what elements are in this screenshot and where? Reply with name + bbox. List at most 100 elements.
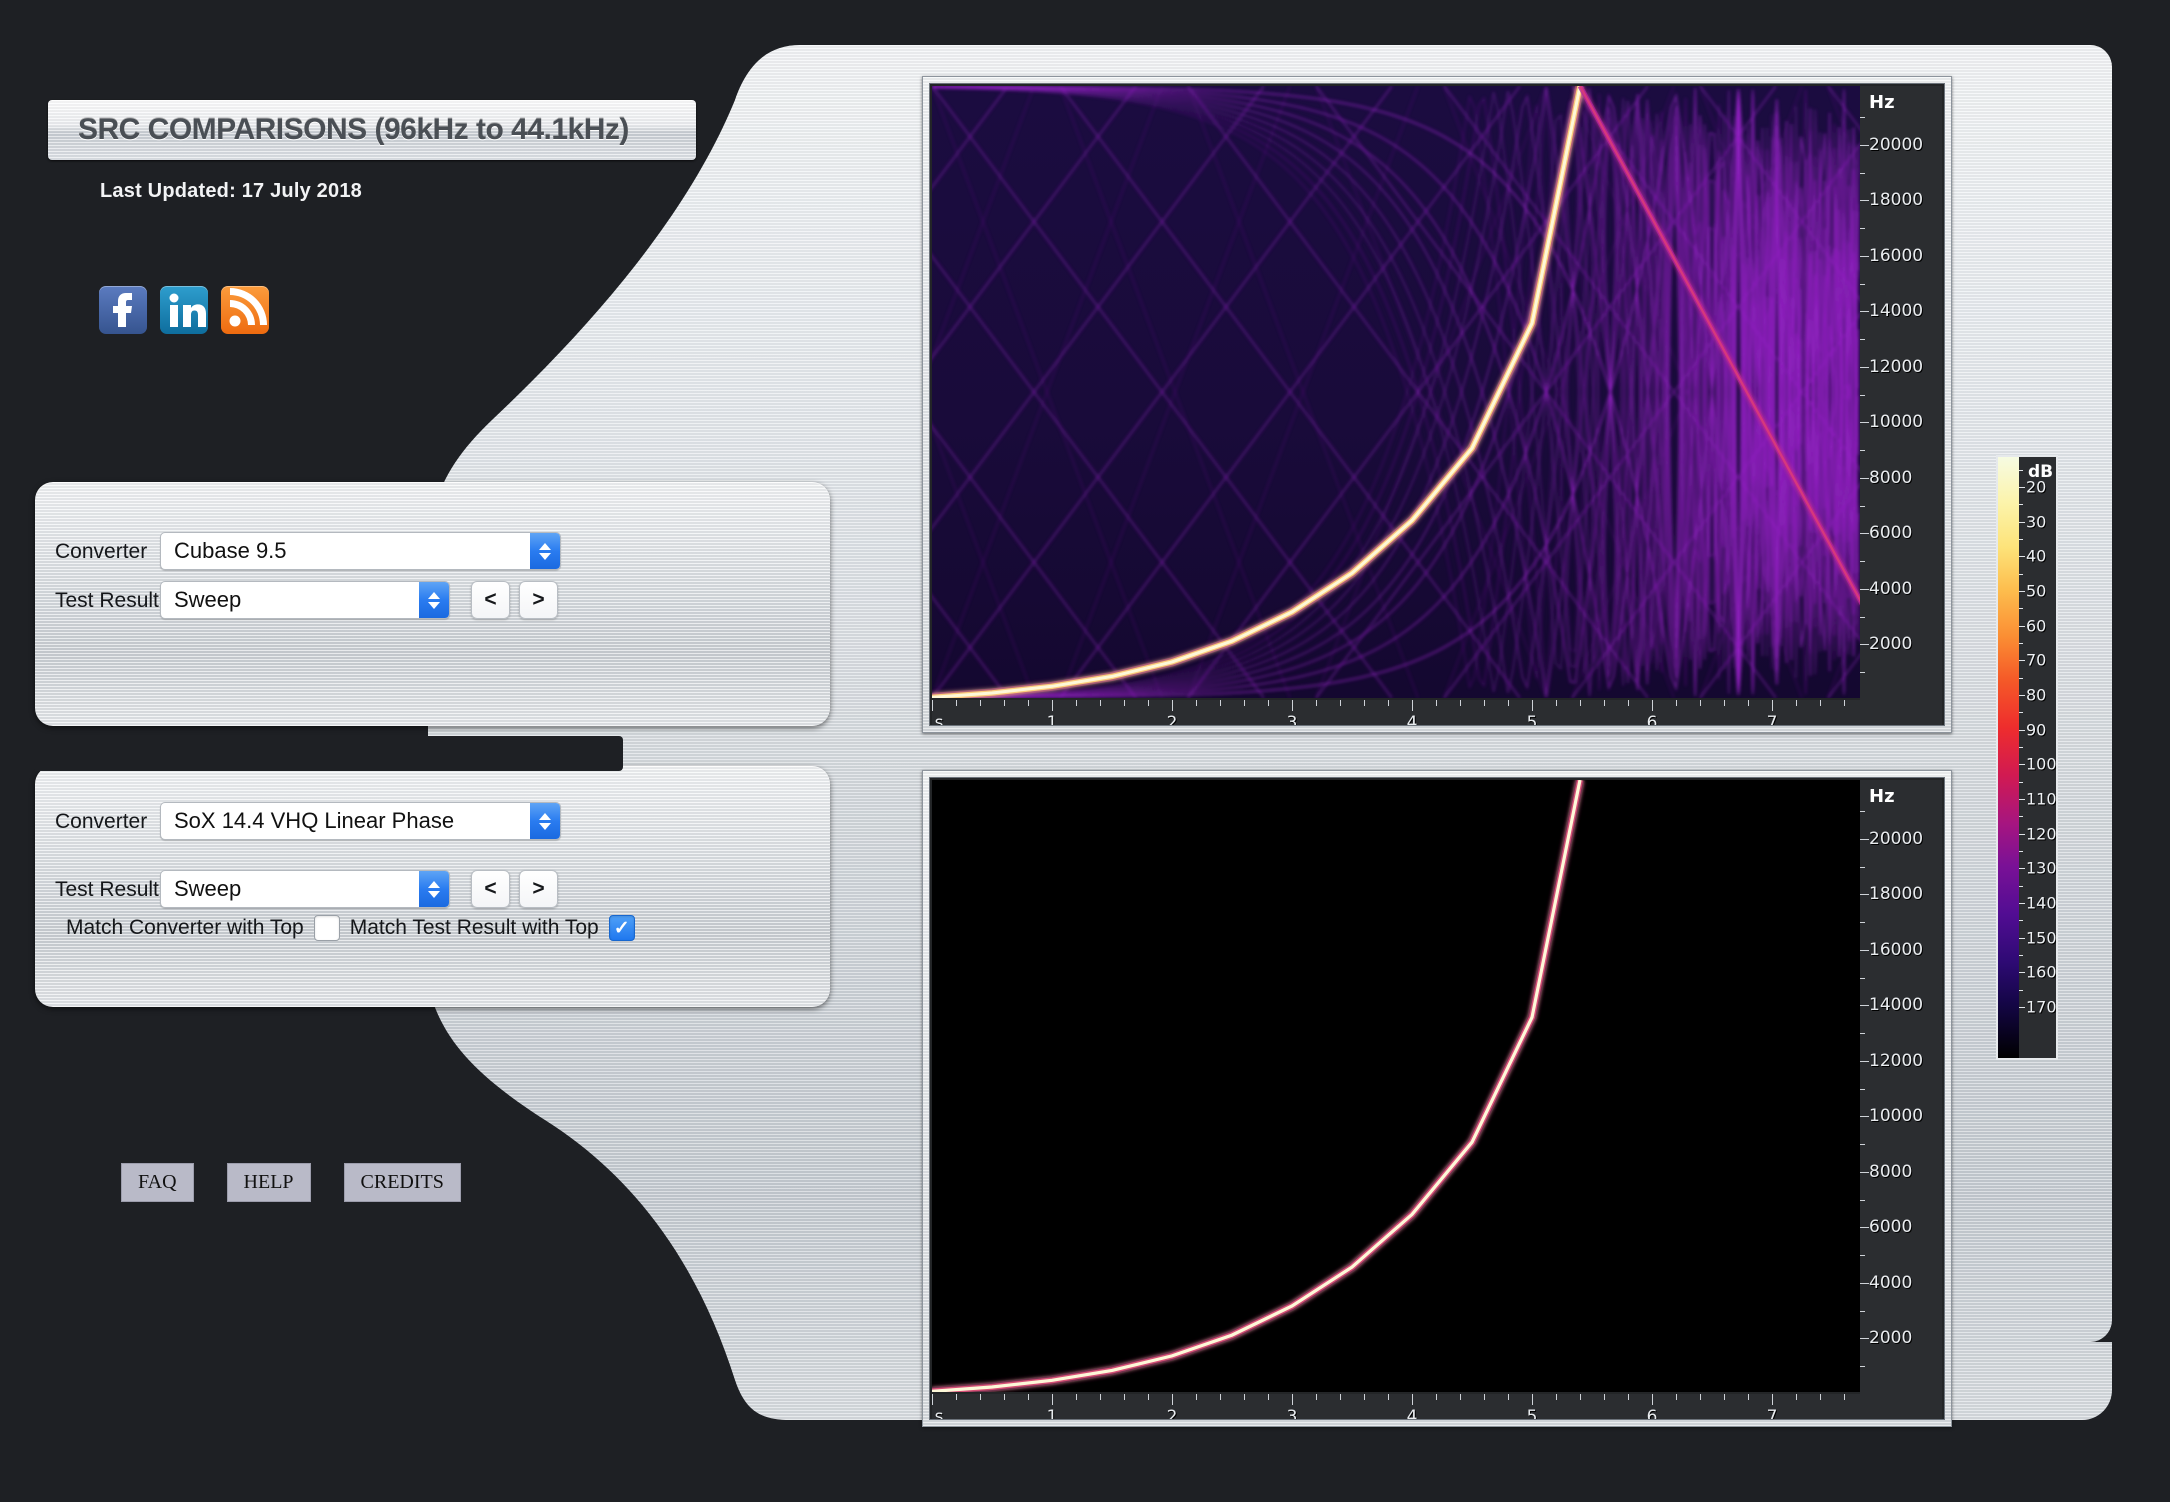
time-tick [1556, 1394, 1557, 1400]
time-tick [1268, 700, 1269, 706]
match-converter-checkbox[interactable] [313, 915, 340, 941]
test-result-select-top[interactable]: Sweep [160, 581, 450, 619]
time-tick [1532, 700, 1533, 711]
converter-select-top[interactable]: Cubase 9.5 [160, 532, 561, 570]
frequency-tick-label: 14000 [1869, 995, 1924, 1016]
time-tick [1364, 700, 1365, 706]
test-result-select-bottom[interactable]: Sweep [160, 870, 450, 908]
db-tick-label: 130 [2026, 858, 2057, 878]
db-minor-tick [2019, 712, 2023, 714]
spectrogram-window-top: s 1 2 3 4 5 6 7 Hz 2000 4000 6000 8000 10000 12000 14… [922, 76, 1952, 733]
time-tick [1220, 1394, 1221, 1400]
chevron-updown-icon[interactable] [530, 803, 560, 839]
frequency-tick [1860, 117, 1865, 119]
db-tick-marks [2019, 457, 2025, 1058]
time-tick [956, 700, 957, 706]
db-minor-tick [2019, 539, 2023, 540]
match-test-result-checkbox[interactable]: ✓ [608, 915, 635, 941]
time-tick [1484, 700, 1485, 706]
facebook-icon[interactable] [99, 286, 147, 334]
time-tick [1244, 700, 1245, 706]
time-tick [1028, 1394, 1029, 1400]
prev-button-bottom[interactable]: < [471, 870, 510, 908]
frequency-tick [1860, 1199, 1865, 1201]
frequency-tick [1860, 339, 1865, 341]
time-tick [1292, 700, 1293, 711]
time-tick-label: 3 [1286, 1407, 1298, 1420]
time-tick-label: 5 [1526, 713, 1538, 726]
time-tick [1148, 700, 1149, 706]
spectrogram-plot-top[interactable] [932, 86, 1862, 698]
frequency-tick [1860, 616, 1865, 618]
prev-button-top[interactable]: < [471, 581, 510, 619]
next-button-top[interactable]: > [519, 581, 558, 619]
frequency-tick [1860, 1338, 1869, 1340]
next-button-bottom[interactable]: > [519, 870, 558, 908]
frequency-tick [1860, 228, 1865, 230]
linkedin-icon[interactable] [160, 286, 208, 334]
time-tick [1124, 1394, 1125, 1400]
time-axis-top: s 1 2 3 4 5 6 7 [932, 700, 1862, 726]
frequency-tick [1860, 477, 1869, 479]
frequency-tick [1860, 255, 1869, 257]
db-tick [2019, 556, 2025, 558]
time-tick [1556, 700, 1557, 706]
time-tick [1172, 1394, 1173, 1405]
control-panel-top: Converter Cubase 9.5 Test Result Sweep <… [35, 482, 830, 726]
time-tick [1676, 1394, 1677, 1400]
time-tick [932, 700, 933, 711]
page-title-plaque: SRC COMPARISONS (96kHz to 44.1kHz) [48, 100, 696, 160]
time-tick [1364, 1394, 1365, 1400]
time-tick [1388, 1394, 1389, 1400]
time-tick [1724, 1394, 1725, 1400]
frequency-tick [1860, 672, 1865, 674]
spectrogram-plot-bottom[interactable] [932, 780, 1862, 1392]
db-tick-label: 140 [2026, 893, 2057, 913]
converter-select-top-value: Cubase 9.5 [174, 538, 287, 563]
time-tick [1460, 1394, 1461, 1400]
frequency-tick [1860, 1005, 1869, 1007]
rss-icon[interactable] [221, 286, 269, 334]
frequency-tick-label: 14000 [1869, 301, 1924, 322]
frequency-tick [1860, 1366, 1865, 1368]
db-tick [2019, 660, 2025, 662]
time-tick [1772, 1394, 1773, 1405]
db-tick [2019, 521, 2025, 523]
frequency-tick-label: 20000 [1869, 134, 1924, 155]
frequency-tick [1860, 561, 1865, 563]
chevron-updown-icon[interactable] [419, 871, 449, 907]
help-button[interactable]: HELP [226, 1163, 311, 1202]
frequency-tick-label: 2000 [1869, 1328, 1913, 1349]
converter-select-bottom[interactable]: SoX 14.4 VHQ Linear Phase [160, 802, 561, 840]
time-tick [1844, 700, 1845, 706]
frequency-tick [1860, 811, 1865, 813]
frequency-tick-label: 2000 [1869, 634, 1913, 655]
time-tick [1700, 700, 1701, 706]
converter-label-top: Converter [55, 540, 148, 563]
frequency-tick [1860, 922, 1865, 924]
frequency-tick [1860, 394, 1865, 396]
db-tick [2019, 729, 2025, 731]
db-tick-label: 80 [2026, 685, 2047, 705]
credits-button[interactable]: CREDITS [343, 1163, 461, 1202]
frequency-tick [1860, 866, 1865, 868]
frequency-tick [1860, 366, 1869, 368]
test-result-select-top-value: Sweep [174, 587, 242, 612]
db-minor-tick [2019, 573, 2023, 575]
frequency-axis-unit-bottom: Hz [1869, 786, 1895, 807]
time-tick [1748, 700, 1749, 706]
time-tick [1076, 700, 1077, 706]
chevron-updown-icon[interactable] [419, 582, 449, 618]
time-tick [1052, 1394, 1053, 1405]
time-tick [1748, 1394, 1749, 1400]
faq-button[interactable]: FAQ [121, 1163, 194, 1202]
converter-select-bottom-value: SoX 14.4 VHQ Linear Phase [174, 808, 455, 833]
time-tick [1004, 700, 1005, 706]
db-tick [2019, 695, 2025, 697]
time-tick [1604, 700, 1605, 706]
panel-divider-slot [35, 736, 623, 771]
test-result-label-top: Test Result [55, 589, 159, 612]
frequency-tick-label: 18000 [1869, 190, 1924, 211]
time-tick-label: 7 [1766, 1407, 1778, 1420]
chevron-updown-icon[interactable] [530, 533, 560, 569]
